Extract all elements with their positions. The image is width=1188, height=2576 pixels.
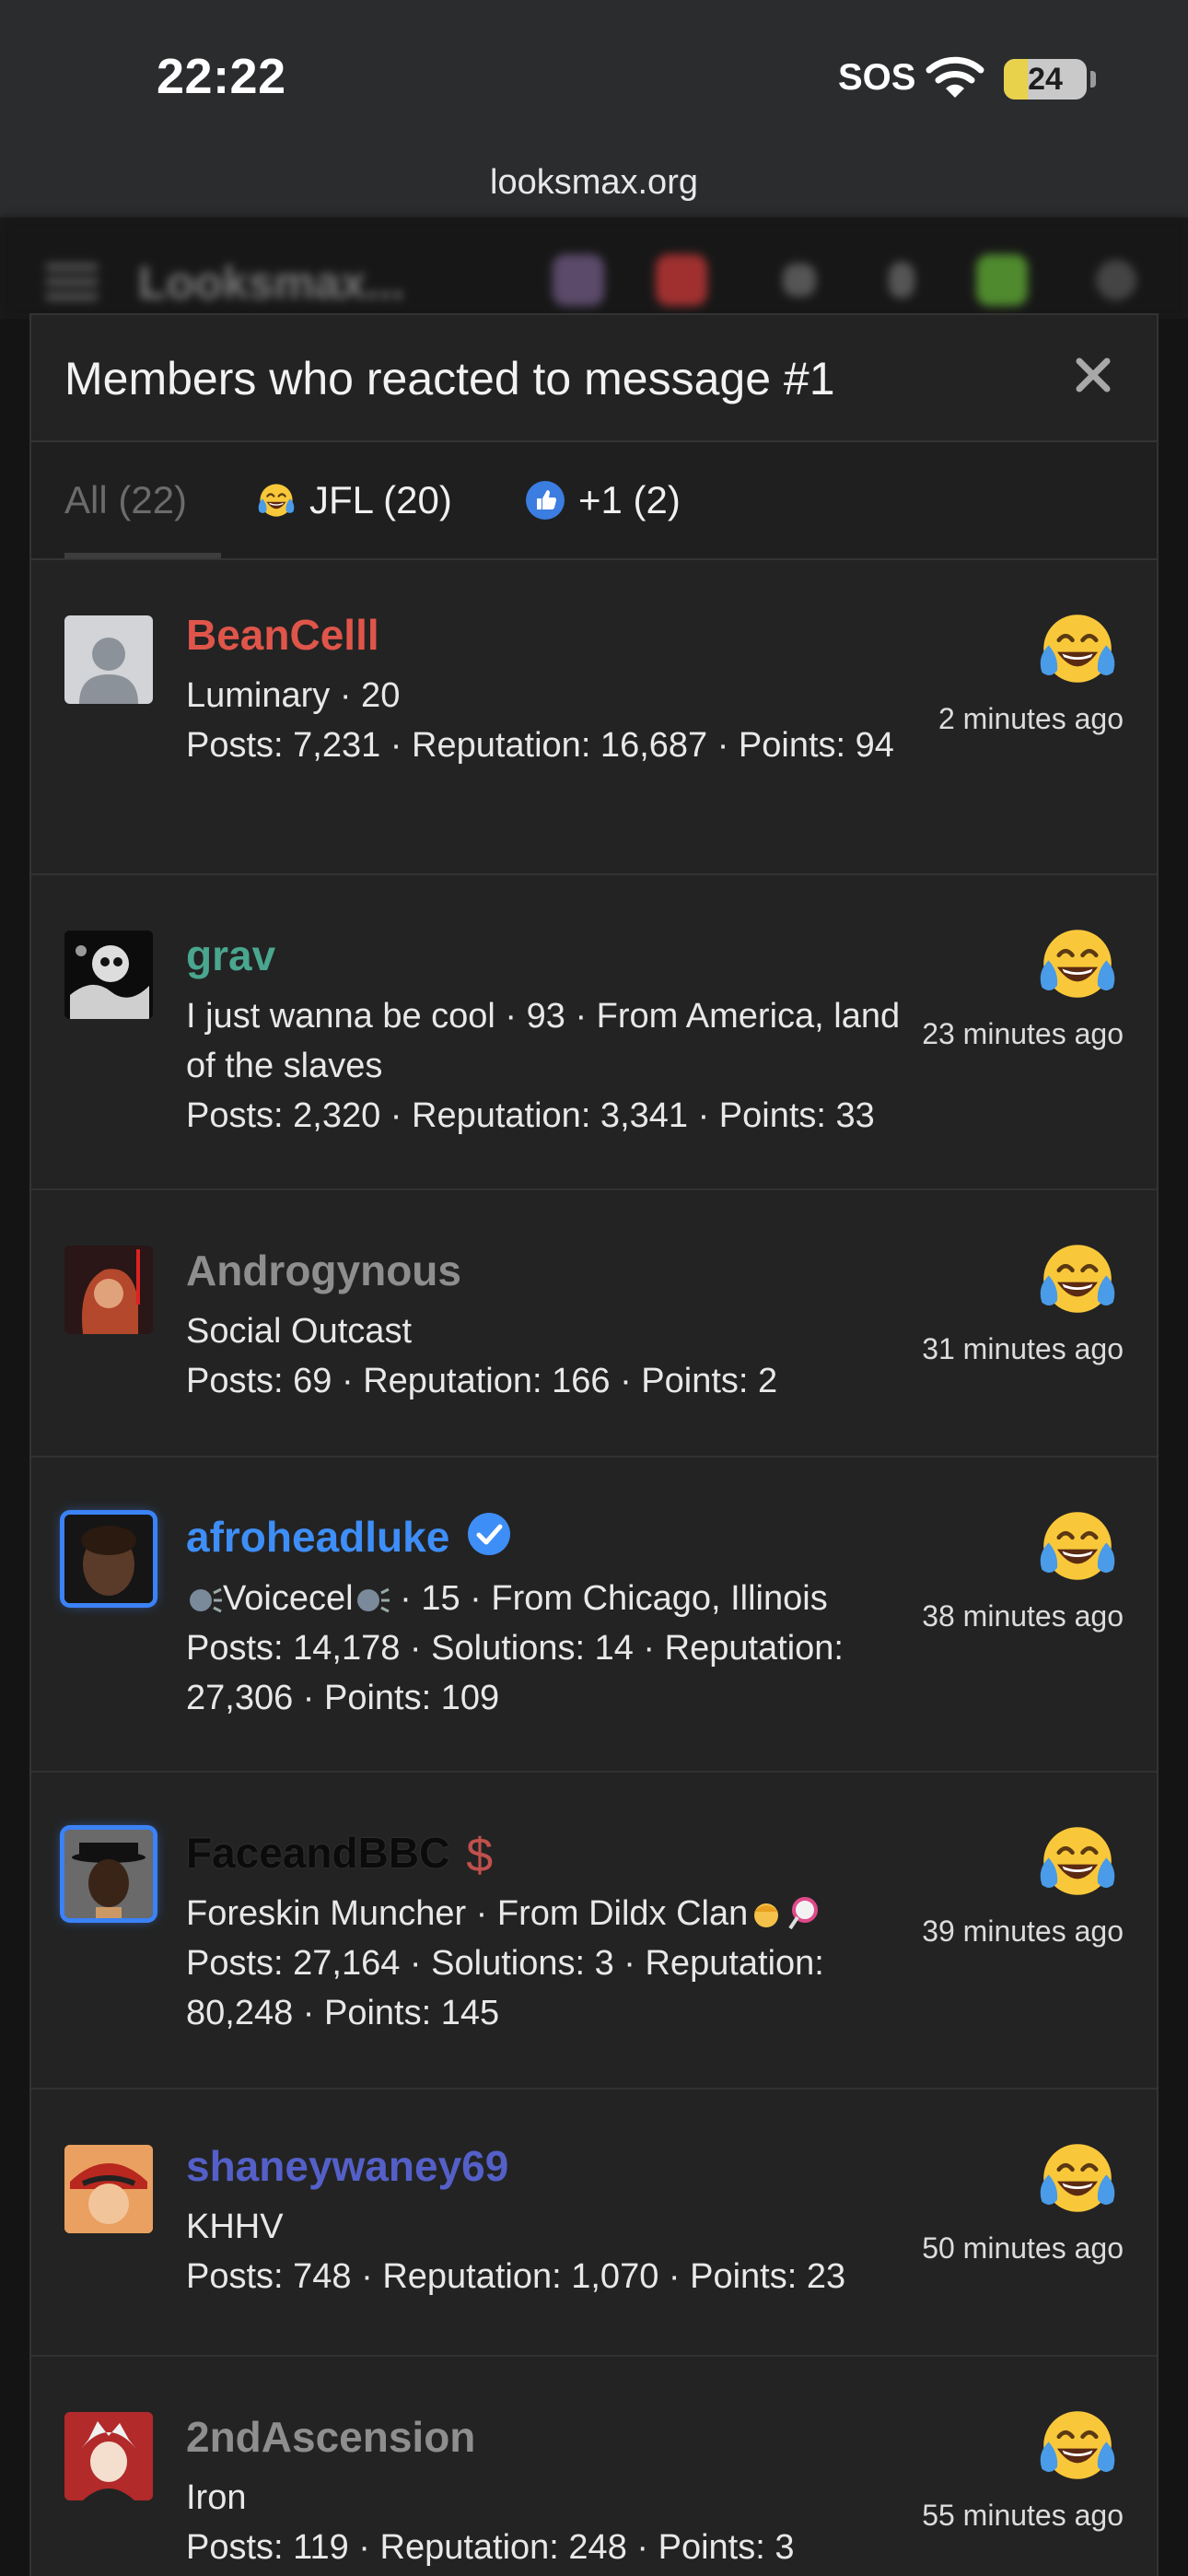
- thumbs-up-icon: [526, 481, 565, 520]
- avatar[interactable]: [64, 1515, 153, 1603]
- close-icon[interactable]: [1072, 354, 1114, 396]
- site-header: Looksmax...: [0, 217, 1188, 319]
- dialog-header: Members who reacted to message #1: [31, 315, 1157, 442]
- avatar[interactable]: [64, 931, 153, 1019]
- tab-jfl-label: JFL (20): [309, 478, 452, 521]
- avatar[interactable]: [64, 2145, 153, 2233]
- reaction-time: 31 minutes ago: [922, 1332, 1124, 1365]
- user-title-rest: · 15 · From Chicago, Illinois: [390, 1579, 828, 1618]
- laughing-crying-emoji-icon: [1035, 606, 1120, 691]
- site-icon-1: [553, 254, 604, 306]
- reaction-time: 39 minutes ago: [922, 1914, 1124, 1948]
- url-text: looksmax.org: [490, 163, 698, 202]
- reaction-time: 23 minutes ago: [922, 1017, 1124, 1050]
- username[interactable]: BeanCelll: [186, 610, 379, 660]
- reaction-time: 38 minutes ago: [922, 1599, 1124, 1633]
- user-title: KHHV: [186, 2207, 284, 2246]
- user-stats: Posts: 748 · Reputation: 1,070 · Points:…: [186, 2257, 846, 2296]
- username[interactable]: Androgynous: [186, 1246, 461, 1295]
- laughing-crying-emoji-icon: [1035, 2403, 1120, 2488]
- username-row: FaceandBBC $: [186, 1828, 493, 1883]
- default-avatar-icon: [79, 638, 138, 704]
- user-title: Foreskin Muncher · From Dildx Clan: [186, 1889, 904, 1938]
- user-stats: Posts: 7,231 · Reputation: 16,687 · Poin…: [186, 726, 894, 765]
- user-title: Voicecel · 15 · From Chicago, Illinois: [186, 1574, 904, 1623]
- username[interactable]: FaceandBBC: [186, 1829, 449, 1877]
- user-title: I just wanna be cool · 93 · From America…: [186, 997, 901, 1085]
- tab-all-label: All (22): [64, 478, 188, 521]
- username[interactable]: shaneywaney69: [186, 2141, 508, 2191]
- tab-all[interactable]: All (22): [64, 442, 221, 558]
- user-stats: Posts: 27,164 · Solutions: 3 · Reputatio…: [186, 1944, 824, 2032]
- dialog-title: Members who reacted to message #1: [64, 353, 835, 404]
- user-title: Social Outcast: [186, 1312, 412, 1351]
- verified-badge-icon: [468, 1513, 511, 1555]
- username[interactable]: 2ndAscension: [186, 2412, 475, 2462]
- user-stats: Posts: 119 · Reputation: 248 · Points: 3: [186, 2528, 795, 2567]
- avatar[interactable]: [64, 2412, 153, 2500]
- avatar-image: [64, 931, 153, 1019]
- reactions-dialog: Members who reacted to message #1 All (2…: [29, 313, 1159, 2576]
- list-item: shaneywaney69 KHHV Posts: 748 · Reputati…: [31, 2090, 1157, 2357]
- avatar[interactable]: [64, 1246, 153, 1334]
- username[interactable]: grav: [186, 931, 275, 980]
- username-row: afroheadluke: [186, 1511, 512, 1562]
- site-logo: Looksmax...: [138, 257, 404, 309]
- username[interactable]: afroheadluke: [186, 1513, 449, 1561]
- avatar[interactable]: [64, 615, 153, 704]
- sos-indicator: SOS: [838, 57, 916, 98]
- user-title: Iron: [186, 2478, 247, 2517]
- lollipop-icon: [788, 1897, 819, 1930]
- status-bar: 22:22 SOS 24: [0, 0, 1188, 158]
- avatar-image: [64, 1246, 153, 1334]
- dollar-icon: $: [466, 1829, 494, 1882]
- avatar-image: [64, 1515, 153, 1603]
- list-item: 2ndAscension Iron Posts: 119 · Reputatio…: [31, 2357, 1157, 2576]
- speaking-head-icon: [356, 1587, 390, 1613]
- site-icon-2: [656, 254, 707, 306]
- speaking-head-icon: [190, 1587, 222, 1613]
- user-title-text: Voicecel: [223, 1579, 354, 1618]
- site-icon-3: [783, 263, 816, 297]
- laughing-crying-emoji-icon: [1035, 2136, 1120, 2220]
- list-item: Androgynous Social Outcast Posts: 69 · R…: [31, 1190, 1157, 1458]
- avatar-image: [64, 2145, 153, 2233]
- avatar-image: [64, 1830, 153, 1918]
- tab-plus-one[interactable]: +1 (2): [525, 442, 681, 558]
- list-item: BeanCelll Luminary · 20 Posts: 7,231 · R…: [31, 560, 1157, 875]
- site-icon-4: [889, 262, 914, 299]
- user-stats: Posts: 69 · Reputation: 166 · Points: 2: [186, 1362, 778, 1400]
- battery-level: 24: [1028, 62, 1063, 97]
- avatar[interactable]: [64, 1830, 153, 1918]
- tab-jfl[interactable]: JFL (20): [256, 442, 452, 558]
- list-item: afroheadluke Voicecel · 15 · From Chicag…: [31, 1458, 1157, 1773]
- address-bar[interactable]: looksmax.org: [0, 158, 1188, 217]
- reaction-time: 2 minutes ago: [938, 702, 1124, 735]
- user-stats: Posts: 2,320 · Reputation: 3,341 · Point…: [186, 1096, 875, 1135]
- wifi-icon: [926, 56, 984, 98]
- child-emoji-icon: [754, 1903, 779, 1927]
- reaction-tabs: All (22) JFL (20) +1 (2): [31, 442, 1157, 560]
- user-stats: Posts: 14,178 · Solutions: 14 · Reputati…: [186, 1629, 844, 1717]
- menu-icon: [46, 263, 98, 300]
- laughing-crying-emoji-icon: [1035, 921, 1120, 1006]
- avatar-image: [64, 2412, 153, 2500]
- laughing-crying-emoji-icon: [1035, 1236, 1120, 1321]
- laughing-crying-emoji-icon: [256, 480, 297, 521]
- tab-plus-one-label: +1 (2): [578, 478, 681, 521]
- user-title-text: Foreskin Muncher · From Dildx Clan: [186, 1894, 749, 1933]
- search-icon: [1096, 260, 1136, 300]
- list-item: grav I just wanna be cool · 93 · From Am…: [31, 875, 1157, 1190]
- reaction-time: 55 minutes ago: [922, 2499, 1124, 2532]
- laughing-crying-emoji-icon: [1035, 1819, 1120, 1903]
- status-time: 22:22: [157, 49, 286, 104]
- list-item: FaceandBBC $ Foreskin Muncher · From Dild…: [31, 1773, 1157, 2090]
- laughing-crying-emoji-icon: [1035, 1504, 1120, 1588]
- site-icon-5: [976, 254, 1028, 306]
- reaction-time: 50 minutes ago: [922, 2231, 1124, 2265]
- user-title: Luminary · 20: [186, 676, 401, 715]
